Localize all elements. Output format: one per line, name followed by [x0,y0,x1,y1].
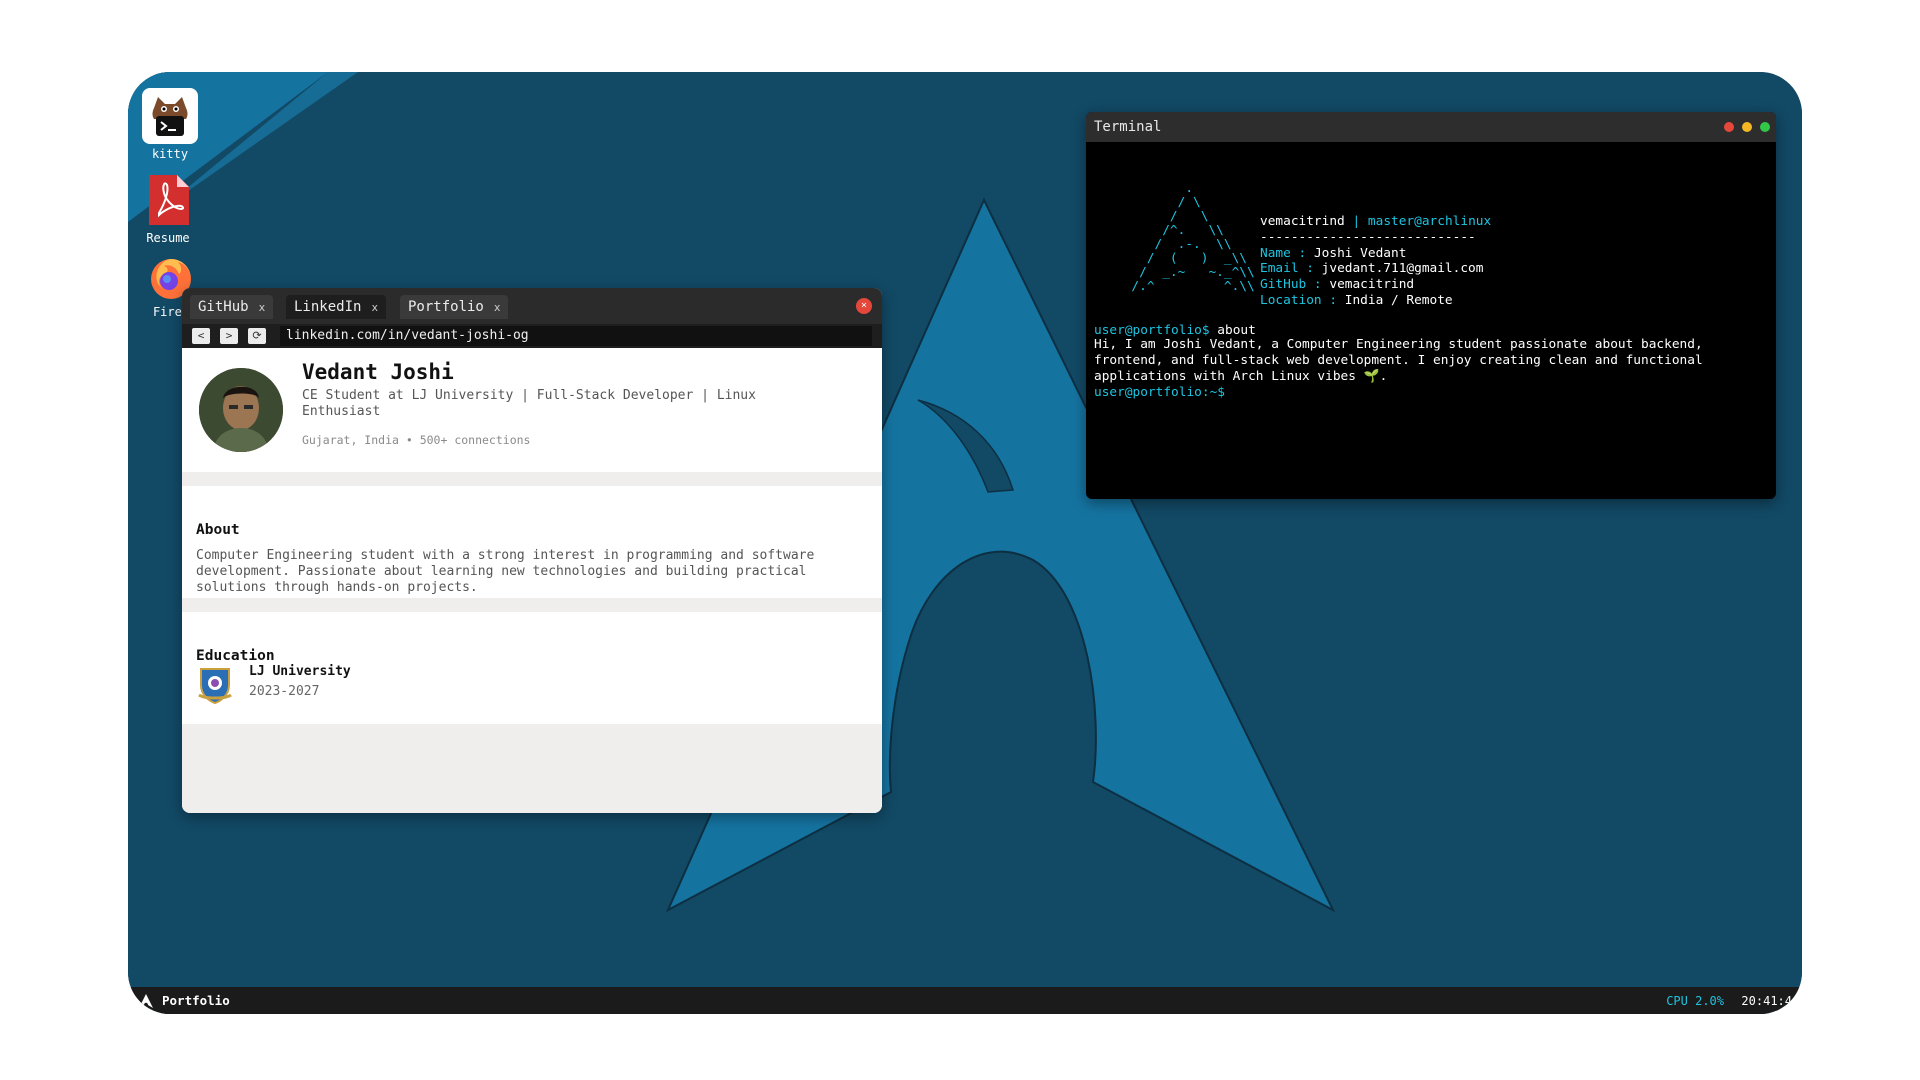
back-button[interactable]: < [192,328,210,344]
about-text: Computer Engineering student with a stro… [196,548,815,595]
terminal-window: Terminal . / \ / \ /^. \\ / .-. \\ / ( )… [1086,112,1776,499]
info-value: Joshi Vedant [1313,245,1407,261]
reload-button[interactable]: ⟳ [248,328,266,344]
minimize-dot-icon[interactable] [1742,122,1752,132]
info-host: master@archlinux [1367,214,1492,229]
taskbar: Portfolio CPU 2.0% 20:41:4 [128,987,1802,1014]
profile-card: Vedant Joshi CE Student at LJ University… [182,348,882,472]
browser-window: GitHub x LinkedIn x Portfolio x × < > ⟳ lin… [182,288,882,813]
education-school: LJ University [249,664,351,679]
pdf-icon [140,172,196,228]
info-key: Name : [1260,245,1307,261]
neofetch-info: vemacitrind | master@archlinux ---------… [1260,214,1491,309]
prompt: user@portfolio$ [1094,323,1210,338]
tab-portfolio[interactable]: Portfolio x [400,295,509,319]
kitty-terminal-icon [142,88,198,144]
browser-tab-bar: GitHub x LinkedIn x Portfolio x × [182,288,882,324]
education-years: 2023-2027 [249,684,320,699]
terminal-body[interactable]: . / \ / \ /^. \\ / .-. \\ / ( ) _\\ / _.… [1086,142,1776,499]
forward-button[interactable]: > [220,328,238,344]
active-window-title: Portfolio [162,993,230,1008]
profile-meta: Gujarat, India • 500+ connections [302,433,531,447]
tab-linkedin[interactable]: LinkedIn x [286,295,387,319]
tab-label: LinkedIn [294,299,362,315]
info-user: vemacitrind [1260,214,1345,229]
info-key: GitHub : [1260,277,1322,293]
info-value: India / Remote [1344,292,1453,308]
desktop-icon-label: Resume [146,231,190,245]
info-key: Email : [1260,261,1314,277]
info-row: GitHub : vemacitrind [1260,277,1491,293]
info-row: Name : Joshi Vedant [1260,246,1491,262]
maximize-dot-icon[interactable] [1760,122,1770,132]
active-prompt[interactable]: user@portfolio:~$ [1094,385,1225,400]
desktop-icon-resume[interactable]: Resume [140,172,196,245]
tab-close-button[interactable]: x [494,301,501,314]
education-section: Education LJ University 2023-2027 [182,612,882,724]
profile-headline: CE Student at LJ University | Full-Stack… [302,388,756,419]
about-title: About [196,522,240,538]
window-close-button[interactable]: × [856,298,872,314]
tab-github[interactable]: GitHub x [190,295,274,319]
info-row: Location : India / Remote [1260,293,1491,309]
terminal-titlebar: Terminal [1086,112,1776,142]
tab-close-button[interactable]: x [371,301,378,314]
about-section: About Computer Engineering student with … [182,486,882,598]
command-text: about [1217,323,1256,338]
university-logo-icon [197,665,233,705]
info-value: jvedant.711@gmail.com [1321,261,1484,277]
page-content: Vedant Joshi CE Student at LJ University… [182,348,882,813]
info-row: Email : jvedant.711@gmail.com [1260,261,1491,277]
info-divider: ---------------------------- [1260,229,1476,245]
user-host-line: vemacitrind | master@archlinux [1260,214,1491,230]
tab-label: Portfolio [408,299,484,315]
tab-label: GitHub [198,299,249,315]
command-output: Hi, I am Joshi Vedant, a Computer Engine… [1094,337,1703,384]
education-title: Education [196,648,275,664]
desktop-icon-kitty[interactable]: kitty [142,88,198,161]
desktop-screen: kitty Resume Firef GitHub x LinkedIn x P… [128,72,1802,1014]
url-input[interactable]: linkedin.com/in/vedant-joshi-og [280,326,872,346]
terminal-title: Terminal [1094,119,1162,135]
arch-menu-icon[interactable] [138,993,154,1009]
avatar [199,368,283,452]
tab-close-button[interactable]: x [259,301,266,314]
close-dot-icon[interactable] [1724,122,1734,132]
arch-ascii-logo: . / \ / \ /^. \\ / .-. \\ / ( ) _\\ / _.… [1131,181,1255,294]
info-separator: | [1352,214,1361,229]
address-bar-row: < > ⟳ linkedin.com/in/vedant-joshi-og [182,324,882,348]
info-value: vemacitrind [1329,277,1415,293]
info-key: Location : [1260,292,1338,308]
profile-name: Vedant Joshi [302,360,454,384]
desktop-icon-label: kitty [151,147,189,161]
clock: 20:41:4 [1741,994,1792,1008]
cpu-indicator: CPU 2.0% [1666,994,1724,1008]
command-line: user@portfolio$ about [1094,323,1256,338]
